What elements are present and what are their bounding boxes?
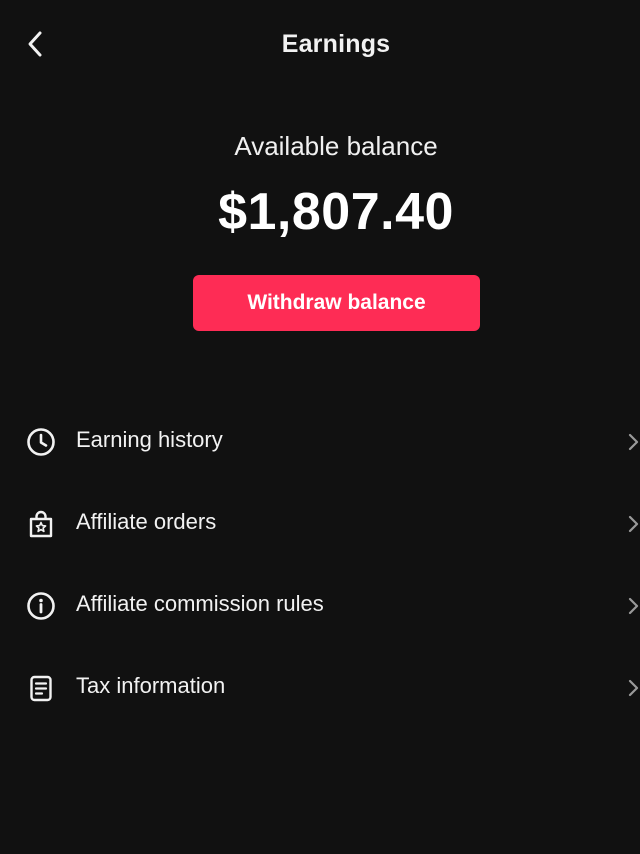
menu-item-label: Affiliate commission rules [76,591,324,616]
chevron-right-icon [628,677,640,699]
document-icon [25,672,57,704]
chevron-right-icon [628,513,640,535]
menu-item-label: Earning history [76,427,223,452]
balance-label: Available balance [234,131,438,161]
balance-amount: $1,807.40 [218,183,454,241]
menu-item-label: Affiliate orders [76,509,217,534]
withdraw-balance-button[interactable]: Withdraw balance [193,275,480,331]
earnings-menu: Earning history Affiliate orders Affilia… [0,400,640,728]
menu-item-earning-history[interactable]: Earning history [0,400,640,482]
clock-icon [25,426,57,458]
page-title: Earnings [281,30,391,58]
shopping-bag-icon [25,508,57,540]
menu-item-label: Tax information [76,673,226,698]
menu-item-affiliate-commission-rules[interactable]: Affiliate commission rules [0,564,640,646]
menu-item-affiliate-orders[interactable]: Affiliate orders [0,482,640,564]
chevron-right-icon [628,431,640,453]
menu-item-tax-information[interactable]: Tax information [0,646,640,728]
header-bar: Earnings [0,0,640,92]
chevron-right-icon [628,595,640,617]
info-icon [25,590,57,622]
withdraw-button-label: Withdraw balance [247,291,426,314]
